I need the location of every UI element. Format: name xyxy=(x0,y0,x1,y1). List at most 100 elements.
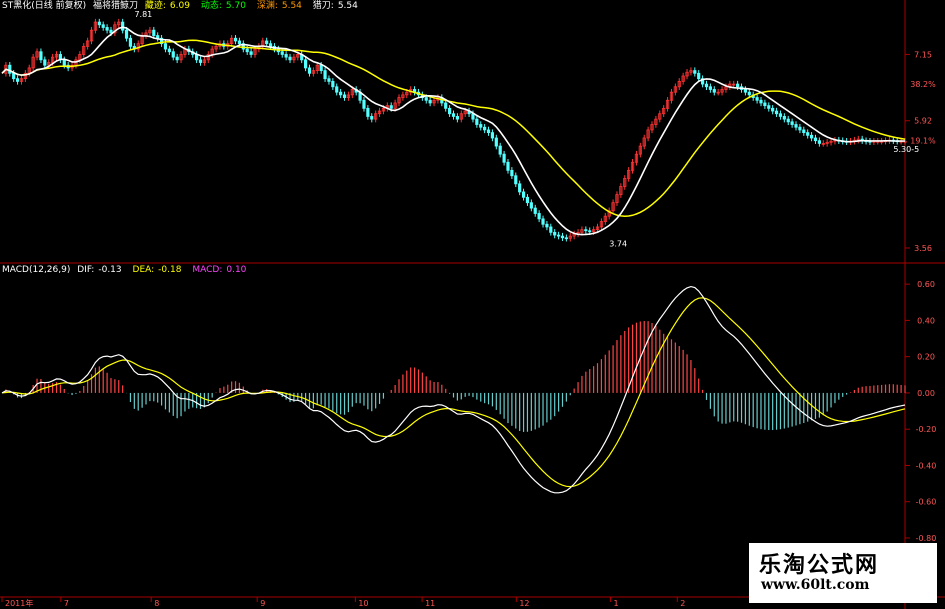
price-tick-label: 7.15 xyxy=(914,50,932,59)
legend-liedao: 猎刀: 5.54 xyxy=(312,1,358,11)
candle-body xyxy=(697,72,701,80)
candle-body xyxy=(556,234,561,237)
legend-dongtai: 动态: 5.70 xyxy=(200,1,246,11)
candle-body xyxy=(43,59,47,66)
candle-body xyxy=(12,72,16,80)
candle-body xyxy=(342,94,347,98)
price-tick-label: 3.56 xyxy=(914,244,932,253)
candle-body xyxy=(708,86,712,90)
candle-body xyxy=(774,110,779,115)
time-tick-label: 10 xyxy=(358,599,368,608)
candle-body xyxy=(331,80,335,88)
candle-body xyxy=(245,48,249,53)
candle-body xyxy=(97,21,101,26)
candle-body xyxy=(319,64,323,72)
candle-body xyxy=(704,83,709,88)
macd-title: MACD(12,26,9) xyxy=(2,265,71,275)
candle-body xyxy=(233,37,238,42)
watermark-box: 乐淘公式网 www.60lt.com xyxy=(749,543,937,603)
macd-tick-label: 0.40 xyxy=(917,316,935,325)
candle-body xyxy=(541,218,545,225)
candle-body xyxy=(553,231,557,236)
chart-screen: 7.15 5.92 3.56 38.2% 19.1% 7.81 3.74 5.30-5 0.60… xyxy=(0,0,945,609)
candle-body xyxy=(747,91,751,96)
ma-short-line xyxy=(1,26,906,236)
candle-body xyxy=(428,99,432,104)
macd-tick-label: -0.60 xyxy=(916,498,937,507)
price-panel-header: ST黑化(日线 前复权) 福将猎鲸刀 藏迹: 6.09 动态: 5.70 深渊: 5.… xyxy=(2,0,366,12)
candle-body xyxy=(588,230,592,233)
candle-body xyxy=(693,70,697,74)
candle-body xyxy=(303,59,308,69)
macd-tick-label: 0.00 xyxy=(917,389,935,398)
candle-body xyxy=(782,116,786,120)
price-annotation: 3.74 xyxy=(609,239,627,248)
candle-body xyxy=(771,107,775,112)
candle-body xyxy=(483,126,487,131)
candle-body xyxy=(105,27,109,31)
candle-body xyxy=(163,43,168,50)
candle-body xyxy=(15,78,20,82)
candle-body xyxy=(502,153,506,163)
time-tick-label: 11 xyxy=(425,599,435,608)
candle-body xyxy=(564,237,568,240)
indicator-name: 福将猎鲸刀 xyxy=(92,1,138,11)
candle-body xyxy=(525,196,530,204)
candle-body xyxy=(549,226,553,233)
ma-long-line xyxy=(1,39,906,217)
candle-body xyxy=(518,183,522,193)
time-tick-label: 1 xyxy=(614,599,619,608)
macd-legend: MACD: 0.10 xyxy=(192,265,247,275)
candle-body xyxy=(486,129,491,134)
candle-body xyxy=(490,132,495,139)
candle-body xyxy=(323,70,327,80)
candle-body xyxy=(510,169,514,177)
candle-body xyxy=(736,83,740,88)
candle-body xyxy=(62,59,66,66)
candle-body xyxy=(790,121,794,125)
candle-body xyxy=(8,64,12,74)
macd-tick-label: 0.60 xyxy=(917,280,935,289)
candle-body xyxy=(121,21,125,31)
candle-body xyxy=(755,97,759,101)
candle-body xyxy=(444,102,448,109)
dea-legend: DEA: -0.18 xyxy=(132,265,182,275)
candle-body xyxy=(794,124,798,128)
watermark-title: 乐淘公式网 xyxy=(759,552,880,578)
candle-body xyxy=(451,113,456,117)
candle-body xyxy=(448,107,452,115)
price-annotation: 5.30-5 xyxy=(893,145,919,154)
candle-body xyxy=(514,175,518,185)
legend-cangji: 藏迹: 6.09 xyxy=(144,1,190,11)
candle-body xyxy=(767,105,771,109)
candle-body xyxy=(763,102,767,107)
time-tick-label: 2011年 xyxy=(5,598,33,608)
watermark-url: www.60lt.com xyxy=(761,577,870,593)
candle-body xyxy=(370,116,374,120)
candle-body xyxy=(335,86,339,93)
candle-body xyxy=(498,145,502,155)
candle-body xyxy=(424,97,428,101)
time-tick-label: 12 xyxy=(519,599,529,608)
candle-body xyxy=(237,40,242,45)
candle-body xyxy=(167,48,171,53)
candle-body xyxy=(288,56,292,61)
macd-tick-label: -0.80 xyxy=(916,534,937,543)
candle-body xyxy=(584,229,588,232)
dif-legend: DIF: -0.13 xyxy=(77,265,122,275)
candle-body xyxy=(101,24,105,28)
chart-canvas: 7.155.923.5638.2%19.1%7.813.745.30-50.60… xyxy=(0,0,945,609)
candle-body xyxy=(778,113,783,117)
candle-body xyxy=(389,105,393,109)
candle-body xyxy=(533,207,537,214)
candle-body xyxy=(537,213,541,220)
candle-body xyxy=(366,107,370,117)
candle-body xyxy=(339,91,343,96)
time-tick-label: 7 xyxy=(64,599,69,608)
candle-body xyxy=(798,126,802,131)
macd-tick-label: -0.20 xyxy=(916,425,937,434)
candle-body xyxy=(506,161,510,171)
candle-body xyxy=(171,51,175,58)
candle-body xyxy=(817,140,821,144)
candle-body xyxy=(362,99,366,109)
